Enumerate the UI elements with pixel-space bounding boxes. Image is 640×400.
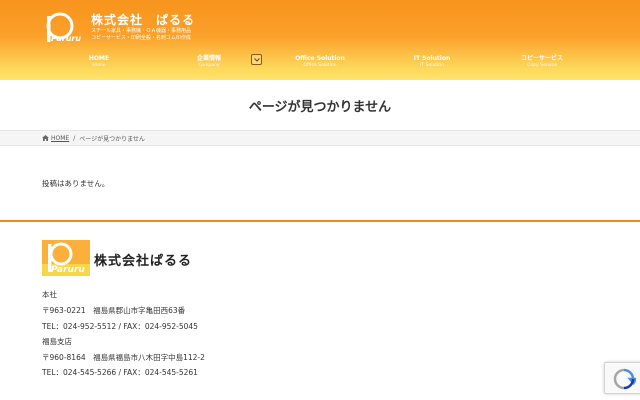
nav-sublabel: IT Solution: [420, 63, 444, 68]
page-title: ページが見つかりません: [248, 99, 392, 115]
home-icon: [42, 135, 49, 141]
svg-text:Paruru: Paruru: [51, 265, 85, 275]
footer-paruru-logo[interactable]: Paruru: [42, 240, 90, 276]
site-header: Paruru 株式会社 ぱるる スチール家具・事務機・ＯＡ機器・事務用品 コピー…: [0, 0, 640, 80]
page-title-band: ページが見つかりません: [0, 80, 640, 130]
nav-sublabel: Company: [198, 63, 220, 68]
nav-sublabel: Home: [92, 63, 106, 68]
footer-company-name: 株式会社ぱるる: [94, 254, 193, 269]
breadcrumb-current: ページが見つかりません: [79, 135, 145, 143]
hq-label: 本社: [42, 290, 57, 299]
paruru-logo[interactable]: Paruru: [44, 12, 84, 44]
nav-label: Office Solution: [295, 55, 345, 62]
nav-item-office-solution[interactable]: Office Solution Office Solution: [294, 55, 346, 69]
nav-sublabel: Copy Service: [527, 63, 557, 68]
breadcrumb-separator: /: [73, 134, 76, 142]
no-posts-message: 投稿はありません。: [42, 179, 110, 188]
breadcrumb-home-link[interactable]: HOME: [51, 135, 69, 142]
tagline-1: スチール家具・事務機・ＯＡ機器・事務用品: [91, 28, 192, 34]
company-name[interactable]: 株式会社 ぱるる: [91, 11, 195, 28]
nav-item-home[interactable]: HOME Home: [84, 55, 114, 69]
nav-item-copy-service[interactable]: コピーサービス Copy Service: [516, 55, 568, 69]
nav-label: IT Solution: [413, 55, 451, 62]
nav-sublabel: Office Solution: [303, 63, 337, 68]
nav-item-it-solution[interactable]: IT Solution IT Solution: [410, 55, 454, 69]
nav-label: HOME: [88, 55, 110, 62]
chevron-down-icon: [254, 58, 260, 62]
branch-address: 〒960-8164 福島県福島市八木田字中島112-2: [42, 353, 205, 362]
breadcrumb: HOME / ページが見つかりません: [0, 130, 640, 146]
nav-item-company[interactable]: 企業情報 Company: [192, 55, 226, 69]
hq-address: 〒963-0221 福島県郡山市字亀田西63番: [42, 306, 186, 315]
svg-text:Paruru: Paruru: [51, 34, 81, 43]
branch-phone-fax: TEL：024-545-5266 / FAX：024-545-5261: [42, 368, 198, 377]
nav-label: 企業情報: [196, 55, 221, 62]
company-dropdown-toggle[interactable]: [251, 54, 262, 65]
hq-phone-fax: TEL：024-952-5512 / FAX：024-952-5045: [42, 322, 198, 331]
nav-label: コピーサービス: [521, 55, 563, 62]
branch-label: 福島支店: [42, 337, 72, 346]
recaptcha-icon: [613, 368, 636, 390]
recaptcha-badge[interactable]: [604, 362, 640, 394]
tagline-2: コピーサービス・印刷全般・名刺ゴム印作成: [91, 35, 191, 41]
site-footer: Paruru 株式会社ぱるる 本社 〒963-0221 福島県郡山市字亀田西63…: [0, 220, 640, 400]
